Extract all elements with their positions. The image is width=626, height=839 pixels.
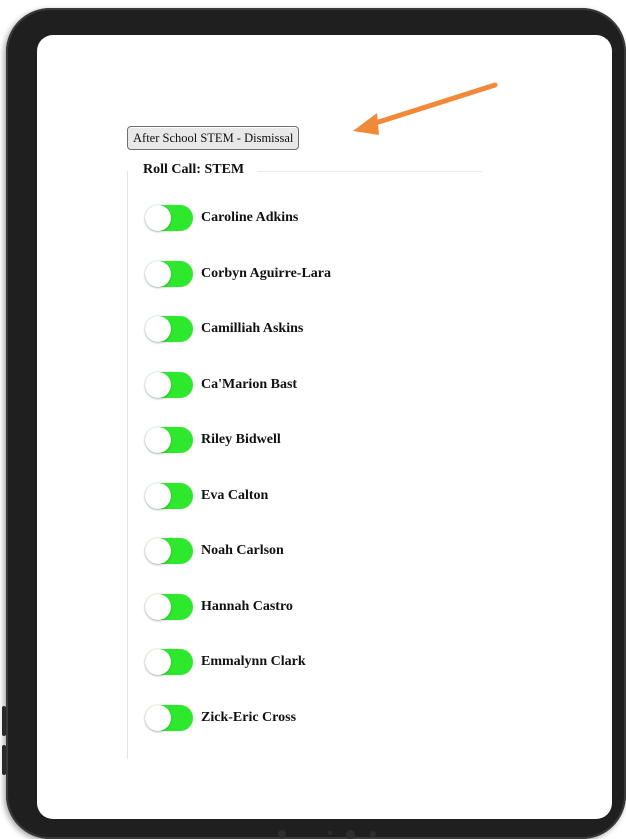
rollcall-title: Roll Call: STEM [143,162,249,178]
sensor-dot [328,831,332,835]
student-name: Hannah Castro [201,598,293,614]
toggle-knob [145,538,171,564]
attendance-toggle[interactable] [145,427,193,453]
student-name: Emmalynn Clark [201,654,306,669]
sensor-dot [278,830,286,838]
fieldset-border [127,171,128,759]
attendance-toggle[interactable] [145,371,193,398]
side-button [2,745,6,775]
side-button [2,706,6,736]
attendance-toggle[interactable] [145,538,193,564]
toggle-knob [145,482,171,509]
toggle-knob [145,371,171,398]
tablet-screen: After School STEM - Dismissal Roll Call:… [37,35,612,819]
toggle-knob [145,704,171,731]
fieldset-top-border [257,171,482,172]
student-name: Noah Carlson [201,543,284,558]
toggle-knob [145,427,171,453]
toggle-knob [145,260,171,287]
student-name: Camilliah Askins [201,321,304,336]
student-name: Caroline Adkins [201,210,299,225]
after-school-stem-dismissal-button[interactable]: After School STEM - Dismissal [127,126,300,150]
attendance-toggle[interactable] [145,649,193,675]
sensor-dot [370,831,376,837]
toggle-knob [145,649,171,675]
attendance-toggle[interactable] [145,316,193,342]
tablet-frame: After School STEM - Dismissal Roll Call:… [6,8,626,839]
camera-icon [346,830,355,839]
attendance-toggle[interactable] [145,593,193,620]
student-name: Zick-Eric Cross [201,709,297,725]
student-name: Ca'Marion Bast [201,376,298,392]
rollcall-fieldset: Roll Call: STEM Caroline Adkins Corbyn Ag… [127,159,487,759]
student-name: Eva Calton [201,487,269,503]
orange-arrow-icon [353,82,498,135]
toggle-knob [145,316,171,342]
attendance-toggle[interactable] [145,704,193,731]
student-name: Riley Bidwell [201,432,281,447]
attendance-toggle[interactable] [145,205,193,231]
toggle-knob [145,593,171,620]
toggle-knob [145,205,171,231]
attendance-toggle[interactable] [145,482,193,509]
attendance-toggle[interactable] [145,260,193,287]
student-name: Corbyn Aguirre-Lara [201,265,332,281]
